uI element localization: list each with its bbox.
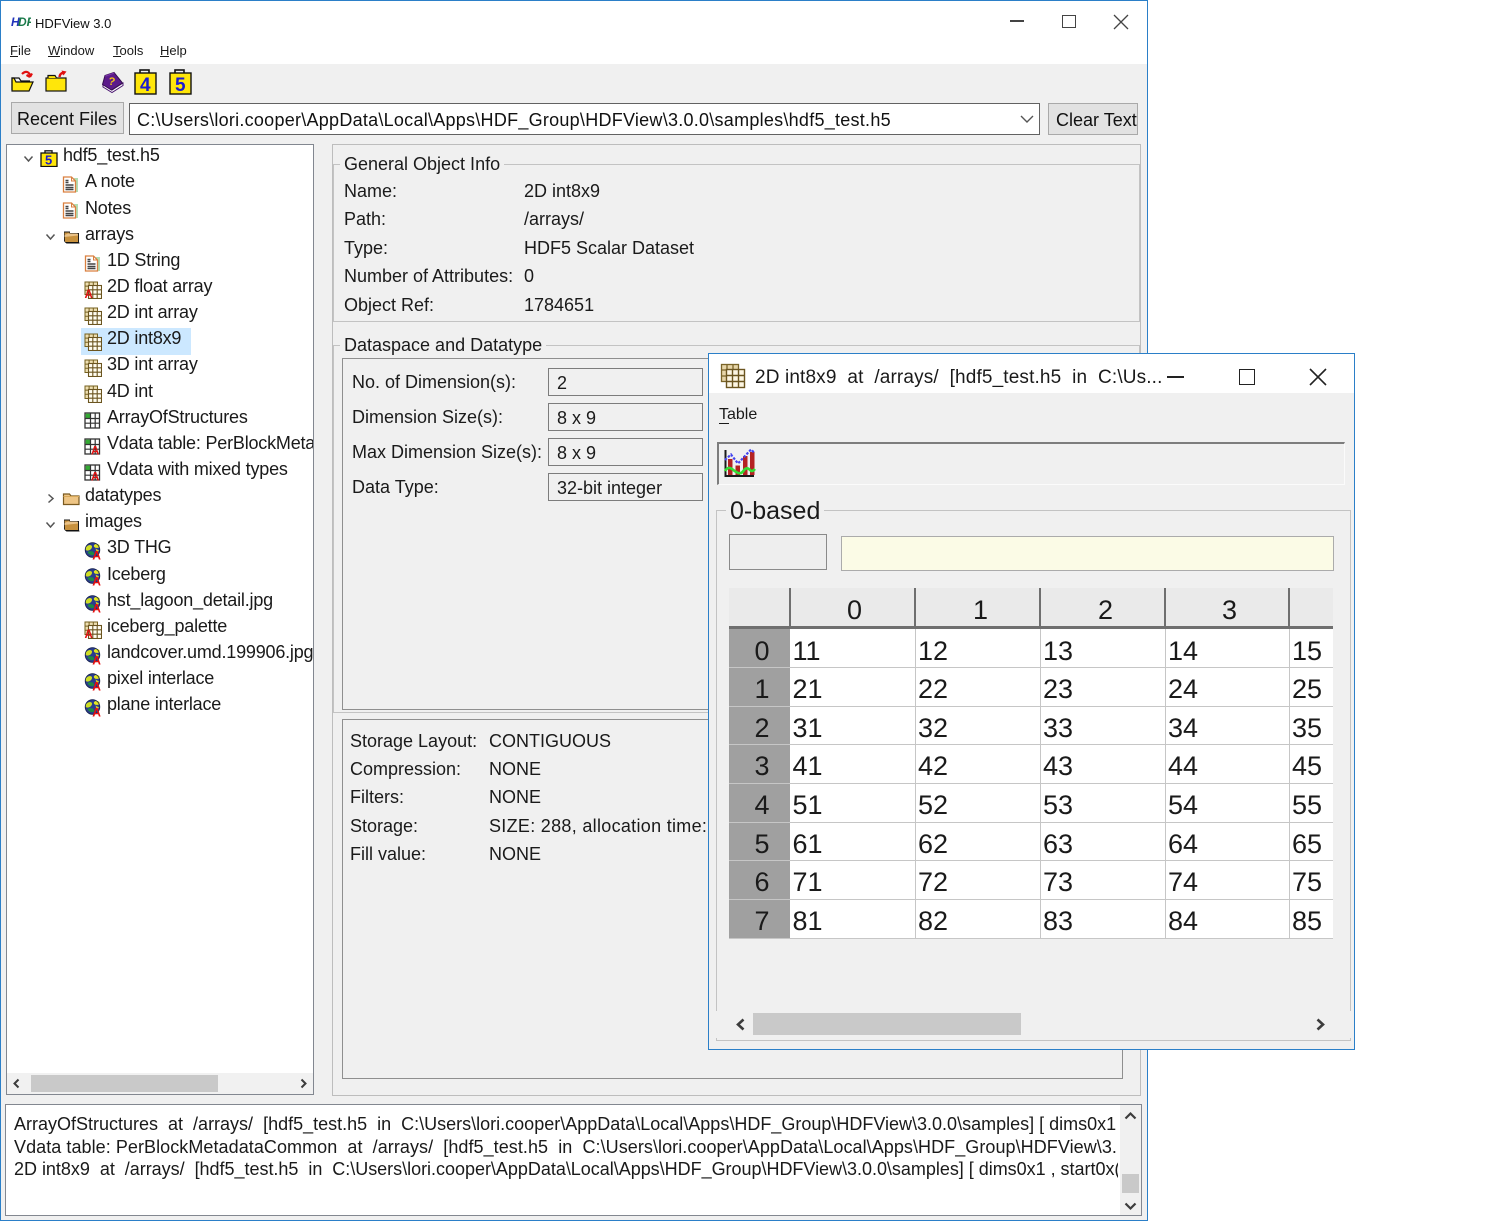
svg-text:A: A — [92, 653, 101, 665]
svg-text:A: A — [92, 601, 101, 613]
svg-text:A: A — [92, 706, 101, 718]
svg-text:4: 4 — [140, 75, 151, 96]
svg-text:A: A — [92, 575, 101, 587]
svg-text:DF: DF — [18, 15, 31, 28]
svg-text:A: A — [85, 289, 93, 299]
svg-text:5: 5 — [175, 75, 186, 96]
svg-text:A: A — [92, 680, 101, 692]
svg-text:A: A — [92, 549, 101, 561]
svg-text:A: A — [85, 629, 93, 639]
svg-text:5: 5 — [45, 153, 52, 168]
svg-text:A: A — [91, 471, 99, 481]
svg-text:A: A — [91, 445, 99, 455]
